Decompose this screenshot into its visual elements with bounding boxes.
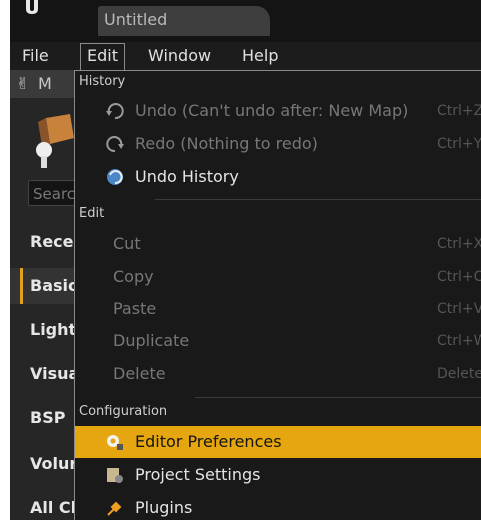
- undo-icon: [106, 103, 124, 120]
- editor-window: Untitled File Edit Window Help ✌ M Searc…: [10, 0, 481, 520]
- menu-item-delete[interactable]: Delete Delete: [75, 358, 481, 390]
- menu-help[interactable]: Help: [236, 44, 284, 68]
- modes-icon: ✌: [16, 74, 30, 93]
- section-history: History: [79, 74, 126, 89]
- menu-item-plugins[interactable]: Plugins: [75, 492, 481, 520]
- modes-label: M: [38, 74, 52, 93]
- menu-item-paste[interactable]: Paste Ctrl+V: [75, 293, 481, 325]
- menu-bar: File Edit Window Help: [10, 42, 481, 71]
- separator: [195, 397, 481, 398]
- section-edit: Edit: [79, 206, 105, 221]
- menu-item-editor-preferences[interactable]: Editor Preferences: [75, 426, 481, 458]
- document-tab[interactable]: Untitled: [98, 6, 270, 36]
- document-tab-title: Untitled: [104, 10, 168, 29]
- redo-icon: [106, 136, 124, 153]
- title-bar: Untitled: [10, 0, 481, 42]
- menu-edit[interactable]: Edit: [80, 43, 125, 71]
- place-actor-icon: [36, 114, 74, 168]
- unreal-logo-icon: [26, 0, 38, 14]
- menu-file[interactable]: File: [16, 44, 55, 68]
- menu-item-duplicate[interactable]: Duplicate Ctrl+W: [75, 325, 481, 357]
- section-configuration: Configuration: [79, 404, 168, 419]
- project-settings-icon: [107, 468, 123, 483]
- plugins-icon: [107, 501, 122, 516]
- edit-menu-dropdown: History Undo (Can't undo after: New Map)…: [74, 70, 481, 520]
- menu-item-cut[interactable]: Cut Ctrl+X: [75, 228, 481, 260]
- menu-item-copy[interactable]: Copy Ctrl+C: [75, 261, 481, 293]
- menu-item-undo[interactable]: Undo (Can't undo after: New Map) Ctrl+Z: [75, 95, 481, 127]
- menu-window[interactable]: Window: [142, 44, 217, 68]
- undo-history-icon: [107, 169, 123, 185]
- menu-item-project-settings[interactable]: Project Settings: [75, 459, 481, 491]
- separator: [155, 199, 481, 200]
- editor-preferences-icon: [107, 435, 123, 450]
- menu-item-undo-history[interactable]: Undo History: [75, 161, 481, 193]
- menu-item-redo[interactable]: Redo (Nothing to redo) Ctrl+Y: [75, 128, 481, 160]
